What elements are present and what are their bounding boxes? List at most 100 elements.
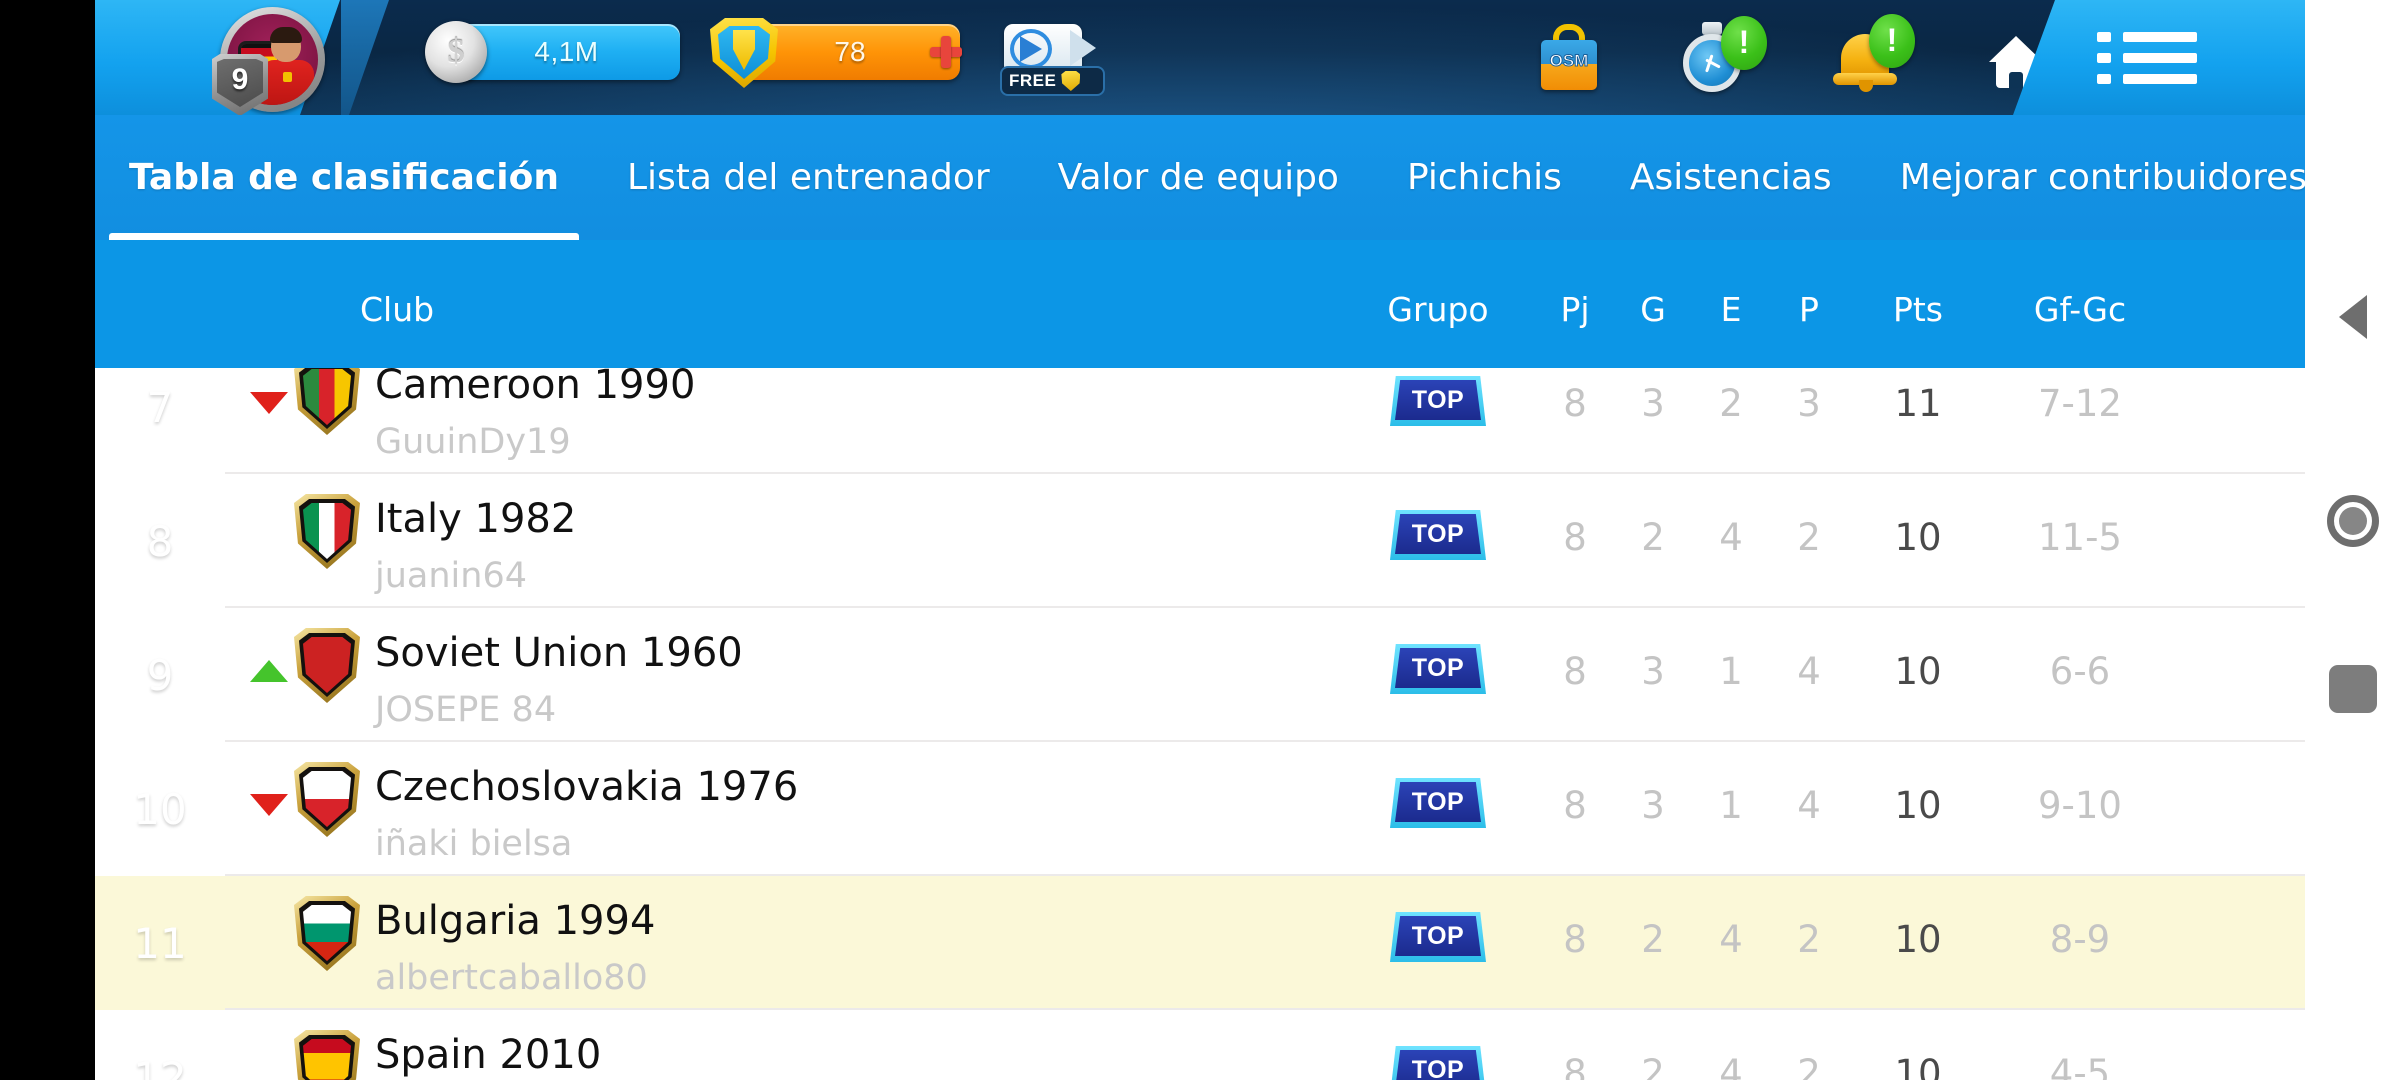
row-rank: 10 [133,784,187,834]
add-boss-coin-icon[interactable] [930,36,962,68]
row-g: 2 [1641,1052,1665,1080]
row-gfgc: 9-10 [2038,784,2122,827]
notification-alert-badge: ! [1869,14,1915,68]
row-e: 1 [1719,650,1743,693]
header-icon-cluster: OSM ! ! [1525,10,2045,105]
dollar-coin-icon: $ [425,21,487,83]
avatar[interactable]: 9 [212,7,325,116]
group-label: TOP [1411,1055,1465,1080]
club-crest-cameroon [294,368,360,435]
row-p: 4 [1797,650,1821,693]
home-door-shape [2009,72,2023,88]
osm-bag-label: OSM [1549,51,1589,71]
row-team-name: Soviet Union 1960 [375,630,743,676]
tab-pichichis[interactable]: Pichichis [1373,115,1596,240]
device-bezel-left [0,0,95,1080]
row-manager-name: iñaki bielsa [375,824,573,864]
row-e: 4 [1719,516,1743,559]
free-tag: FREE [1000,66,1105,96]
club-crest-czechoslovakia [294,762,360,837]
table-row[interactable]: 10 Czechoslovakia 1976 iñaki bielsa TOP … [95,742,2305,876]
money-pill: 4,1M [453,24,680,80]
table-row[interactable]: 12 Spain 2010 TOP 8 2 4 2 10 4-5 [95,1010,2305,1080]
tab-tabla-de-clasificacion[interactable]: Tabla de clasificación [95,115,593,240]
row-rank: 11 [133,918,187,968]
tab-mejorar-contribuidores[interactable]: Mejorar contribuidores [1866,115,2305,240]
group-top-badge[interactable]: TOP [1390,510,1486,560]
row-pts: 11 [1894,382,1942,425]
home-button-nav[interactable] [2326,495,2379,547]
table-row[interactable]: 7 Cameroon 1990 GuuinDy19 TOP 8 3 2 3 11… [95,368,2305,474]
row-team-name: Czechoslovakia 1976 [375,764,799,810]
tab-label: Valor de equipo [1057,157,1339,198]
boss-coin-balance[interactable]: 78 [710,18,962,88]
notifications-button[interactable]: ! [1825,14,1915,98]
row-team-name: Bulgaria 1994 [375,898,656,944]
group-top-badge[interactable]: TOP [1390,376,1486,426]
table-row[interactable]: 11 Bulgaria 1994 albertcaballo80 TOP 8 2… [95,876,2305,1010]
table-header: Club Grupo Pj G E P Pts Gf-Gc [95,240,2305,368]
recents-button[interactable] [2328,665,2377,713]
timer-button[interactable]: ! [1673,16,1767,98]
row-p: 3 [1797,382,1821,425]
row-g: 2 [1641,516,1665,559]
row-pj: 8 [1563,784,1587,827]
column-header-grupo: Grupo [1387,290,1489,329]
table-row[interactable]: 8 Italy 1982 juanin64 TOP 8 2 4 2 10 11-… [95,474,2305,608]
boss-coin-value: 78 [834,36,866,67]
tab-valor-de-equipo[interactable]: Valor de equipo [1024,115,1373,240]
row-rank: 12 [133,1052,187,1080]
club-crest-spain [294,1030,360,1080]
row-gfgc: 6-6 [2049,650,2111,693]
standings-table[interactable]: 7 Cameroon 1990 GuuinDy19 TOP 8 3 2 3 11… [95,368,2305,1080]
bell-clapper-icon [1859,80,1873,92]
screen: 9 4,1M $ 78 FREE OSM ! ! Tabla de clasif… [0,0,2400,1080]
row-team-name: Spain 2010 [375,1032,602,1078]
group-label: TOP [1411,921,1465,950]
tab-asistencias[interactable]: Asistencias [1596,115,1866,240]
row-gfgc: 11-5 [2038,516,2122,559]
osm-bag-icon: OSM [1541,40,1597,90]
row-e: 2 [1719,382,1743,425]
group-top-badge[interactable]: TOP [1390,644,1486,694]
row-pj: 8 [1563,382,1587,425]
shop-button[interactable]: OSM [1525,18,1615,98]
row-g: 3 [1641,650,1665,693]
column-header-g: G [1640,290,1666,329]
row-pts: 10 [1894,784,1942,827]
table-row[interactable]: 9 Soviet Union 1960 JOSEPE 84 TOP 8 3 1 … [95,608,2305,742]
back-button[interactable] [2338,295,2367,339]
row-rank: 7 [146,382,174,432]
row-pts: 10 [1894,516,1942,559]
free-label: FREE [1009,71,1057,90]
row-e: 4 [1719,1052,1743,1080]
group-top-badge[interactable]: TOP [1390,912,1486,962]
group-top-badge[interactable]: TOP [1390,778,1486,828]
column-header-p: P [1799,290,1819,329]
gem-icon [1061,71,1081,91]
top-header-bar: 9 4,1M $ 78 FREE OSM ! ! [95,0,2305,116]
row-rank: 8 [146,516,174,566]
column-header-pj: Pj [1560,290,1590,329]
row-g: 3 [1641,784,1665,827]
group-label: TOP [1411,787,1465,816]
trend-down-icon [250,794,288,816]
row-p: 2 [1797,516,1821,559]
free-video-button[interactable]: FREE [1000,18,1120,98]
row-manager-name: JOSEPE 84 [375,690,557,730]
app-viewport: 9 4,1M $ 78 FREE OSM ! ! Tabla de clasif… [95,0,2305,1080]
row-manager-name: albertcaballo80 [375,958,648,998]
group-top-badge[interactable]: TOP [1390,1046,1486,1080]
column-header-e: E [1720,290,1742,329]
row-g: 2 [1641,918,1665,961]
club-crest-italy [294,494,360,569]
club-crest-soviet-union [294,628,360,703]
tab-lista-del-entrenador[interactable]: Lista del entrenador [593,115,1024,240]
tab-label: Mejorar contribuidores [1899,157,2305,198]
android-navigation-bar [2305,0,2400,1080]
tab-label: Tabla de clasificación [129,157,559,198]
trend-up-icon [250,660,288,682]
money-balance[interactable]: 4,1M $ [425,21,680,83]
club-crest-bulgaria [294,896,360,971]
tab-label: Asistencias [1629,157,1832,198]
